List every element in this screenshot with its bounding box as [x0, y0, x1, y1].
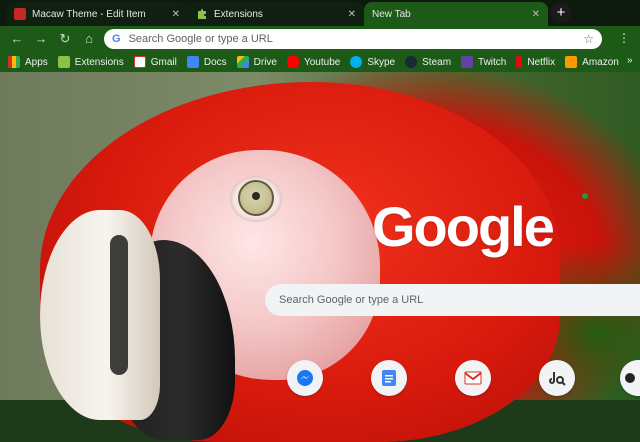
ntp-search-box[interactable]: Search Google or type a URL [265, 284, 640, 316]
google-g-icon: G [112, 33, 121, 45]
tab-close-icon[interactable]: ✕ [348, 9, 356, 20]
drive-icon [236, 56, 249, 68]
macaw-favicon-icon [14, 8, 26, 20]
docs-icon [186, 56, 199, 68]
apps-grid-icon [8, 56, 20, 68]
shortcut-gmail[interactable] [455, 360, 491, 396]
bookmark-label: Amazon [582, 56, 619, 68]
bookmark-label: Gmail [150, 56, 177, 68]
gmail-icon [464, 371, 482, 385]
shortcut-docs[interactable] [371, 360, 407, 396]
tab-close-icon[interactable]: ✕ [172, 9, 180, 20]
github-icon [624, 372, 636, 384]
bookmark-label: Skype [367, 56, 396, 68]
skype-icon [350, 56, 363, 68]
tab-new-tab[interactable]: New Tab ✕ [364, 2, 548, 26]
bookmark-gmail[interactable]: Gmail [133, 56, 177, 68]
bookmark-amazon[interactable]: Amazon [565, 56, 619, 68]
reload-button[interactable]: ↻ [56, 30, 74, 48]
bookmark-label: Apps [25, 56, 48, 68]
music-search-icon [548, 369, 566, 387]
twitch-icon [461, 56, 474, 68]
ntp-search-placeholder: Search Google or type a URL [279, 294, 424, 306]
browser-menu-icon[interactable]: ⋮ [618, 31, 630, 47]
bookmark-netflix[interactable]: Netflix [516, 56, 555, 68]
puzzle-icon [57, 56, 70, 68]
tab-close-icon[interactable]: ✕ [532, 9, 540, 20]
shortcut-music-search[interactable] [539, 360, 575, 396]
back-button[interactable]: ← [8, 30, 26, 48]
puzzle-icon [196, 8, 208, 20]
tab-macaw-theme-edit[interactable]: Macaw Theme - Edit Item ✕ [6, 2, 188, 26]
youtube-icon [286, 56, 299, 68]
home-button[interactable]: ⌂ [80, 30, 98, 48]
bookmark-docs[interactable]: Docs [186, 56, 227, 68]
macaw-beak-edge [110, 235, 128, 375]
macaw-pupil [252, 192, 260, 200]
amazon-icon [565, 56, 578, 68]
tab-title: Extensions [214, 8, 263, 20]
bookmark-youtube[interactable]: Youtube [286, 56, 341, 68]
steam-icon [405, 56, 418, 68]
new-tab-button[interactable]: + [551, 3, 571, 23]
gmail-icon [133, 56, 146, 68]
bookmark-star-icon[interactable]: ☆ [583, 32, 594, 46]
forward-button[interactable]: → [32, 30, 50, 48]
bookmark-label: Drive [253, 56, 277, 68]
bookmark-twitch[interactable]: Twitch [461, 56, 506, 68]
bookmark-label: Youtube [303, 56, 341, 68]
bookmarks-bar: Apps Extensions Gmail Docs Drive Youtube… [0, 52, 640, 72]
bookmark-extensions[interactable]: Extensions [57, 56, 124, 68]
bookmark-label: Extensions [74, 56, 124, 68]
tab-title: Macaw Theme - Edit Item [32, 8, 146, 20]
bookmark-apps[interactable]: Apps [8, 56, 48, 68]
bookmark-label: Twitch [478, 56, 507, 68]
bookmark-skype[interactable]: Skype [350, 56, 395, 68]
shortcut-messenger[interactable] [287, 360, 323, 396]
bookmark-label: Steam [422, 56, 452, 68]
bookmark-label: Netflix [527, 56, 556, 68]
address-bar[interactable]: G Search Google or type a URL ☆ [104, 29, 602, 49]
tab-title: New Tab [372, 8, 411, 20]
google-logo: Google [372, 195, 555, 258]
green-dot [582, 193, 588, 199]
tab-extensions[interactable]: Extensions ✕ [188, 2, 364, 26]
messenger-icon [296, 369, 314, 387]
netflix-icon [516, 56, 523, 68]
address-bar-placeholder: Search Google or type a URL [128, 33, 273, 45]
docs-icon [381, 369, 397, 387]
macaw-beak-upper [40, 210, 160, 420]
bookmark-drive[interactable]: Drive [236, 56, 277, 68]
bookmark-steam[interactable]: Steam [405, 56, 451, 68]
bookmarks-overflow-icon[interactable]: » [627, 55, 633, 66]
bookmark-label: Docs [203, 56, 227, 68]
